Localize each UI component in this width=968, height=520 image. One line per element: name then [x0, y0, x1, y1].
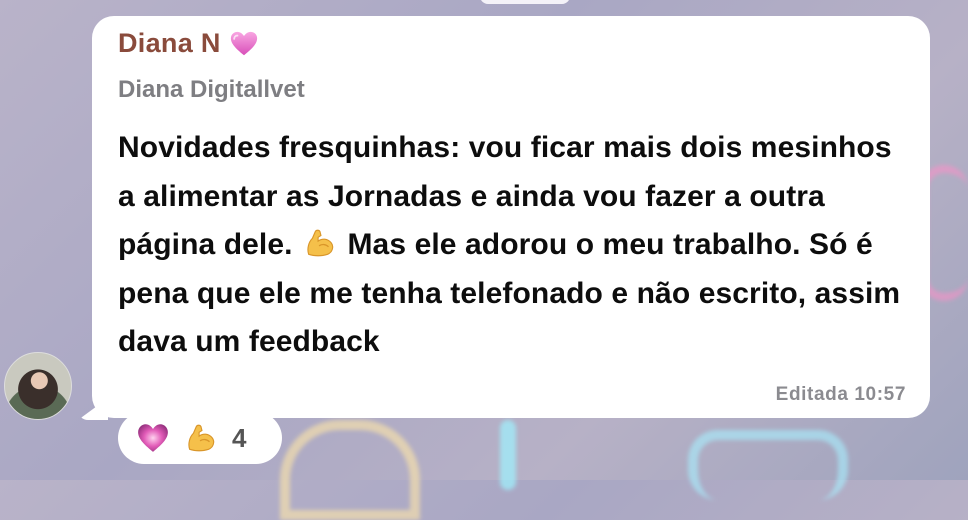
edited-label: Editada: [775, 384, 849, 405]
sender-avatar[interactable]: [4, 352, 72, 420]
message-time: 10:57: [854, 384, 906, 405]
sender-header: Diana N: [118, 28, 259, 59]
pink-heart-icon: [230, 31, 257, 55]
flexed-biceps-icon[interactable]: [184, 421, 218, 455]
reactions-bar[interactable]: 4: [118, 412, 282, 464]
background-neon-cyan-arc: [688, 430, 848, 500]
flexed-biceps-icon: [307, 229, 334, 257]
message-bubble[interactable]: Diana N Diana Digitallvet Novidades fres…: [92, 16, 930, 418]
message-text: Novidades fresquinhas: vou ficar mais do…: [118, 124, 908, 367]
message-meta: Editada 10:57: [776, 384, 906, 406]
background-neon-yellow: [280, 420, 420, 520]
heart-icon[interactable]: [136, 421, 170, 455]
previous-message-edge: [480, 0, 570, 4]
reaction-count: 4: [232, 422, 247, 453]
sender-name[interactable]: Diana N: [118, 28, 221, 59]
sender-subtitle: Diana Digitallvet: [118, 76, 305, 103]
